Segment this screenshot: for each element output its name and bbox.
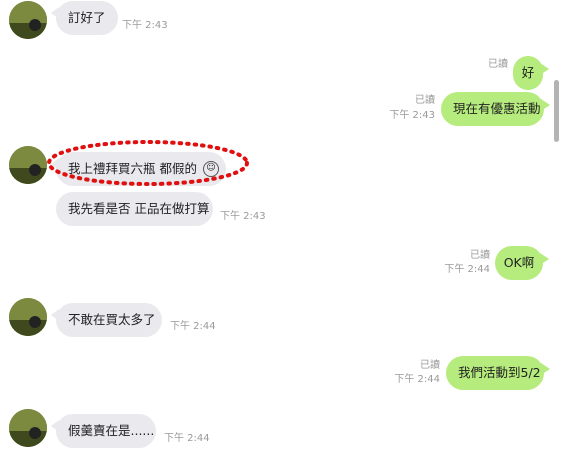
message-text: 好 — [521, 65, 535, 80]
avatar-image — [9, 1, 47, 39]
message-time: 下午 2:43 — [122, 20, 168, 31]
message-bubble[interactable]: 假羹賣在是...... — [51, 414, 156, 448]
scrollbar-thumb[interactable] — [554, 80, 559, 142]
avatar-image — [9, 409, 47, 447]
chat-window: 訂好了 下午 2:43 已讀 好 已讀 下午 2:43 現在有優惠活動 我上禮拜… — [0, 0, 561, 450]
message-text: OK啊 — [503, 255, 535, 270]
message-text: 假羹賣在是...... — [68, 423, 155, 438]
message-time: 下午 2:43 — [220, 211, 266, 222]
avatar-image — [9, 146, 47, 184]
message-bubble[interactable]: 不敢在買太多了 — [51, 303, 162, 337]
message-text: 不敢在買太多了 — [68, 312, 156, 327]
message-time: 下午 2:44 — [170, 321, 216, 332]
read-receipt: 已讀 — [488, 59, 508, 70]
message-bubble[interactable]: OK啊 — [495, 246, 549, 280]
avatar[interactable] — [9, 298, 47, 336]
read-receipt: 已讀 — [420, 360, 440, 371]
message-time: 下午 2:44 — [444, 264, 490, 275]
message-time: 下午 2:43 — [389, 110, 435, 121]
message-time: 下午 2:44 — [164, 433, 210, 444]
read-receipt: 已讀 — [470, 250, 490, 261]
message-text: 我先看是否 正品在做打算 — [68, 201, 210, 216]
highlight-ring — [47, 140, 249, 186]
message-bubble[interactable]: 我先看是否 正品在做打算 — [56, 192, 213, 226]
avatar-image — [9, 298, 47, 336]
message-text: 我們活動到5/2 — [458, 365, 541, 380]
avatar[interactable] — [9, 409, 47, 447]
message-bubble[interactable]: 現在有優惠活動 — [441, 92, 550, 126]
avatar[interactable] — [9, 146, 47, 184]
message-text: 現在有優惠活動 — [453, 101, 541, 116]
avatar[interactable] — [9, 1, 47, 39]
message-bubble[interactable]: 好 — [513, 56, 549, 90]
read-receipt: 已讀 — [415, 95, 435, 106]
message-bubble[interactable]: 訂好了 — [51, 1, 118, 35]
message-time: 下午 2:44 — [394, 374, 440, 385]
message-text: 訂好了 — [68, 10, 106, 25]
message-bubble[interactable]: 我們活動到5/2 — [446, 356, 550, 390]
